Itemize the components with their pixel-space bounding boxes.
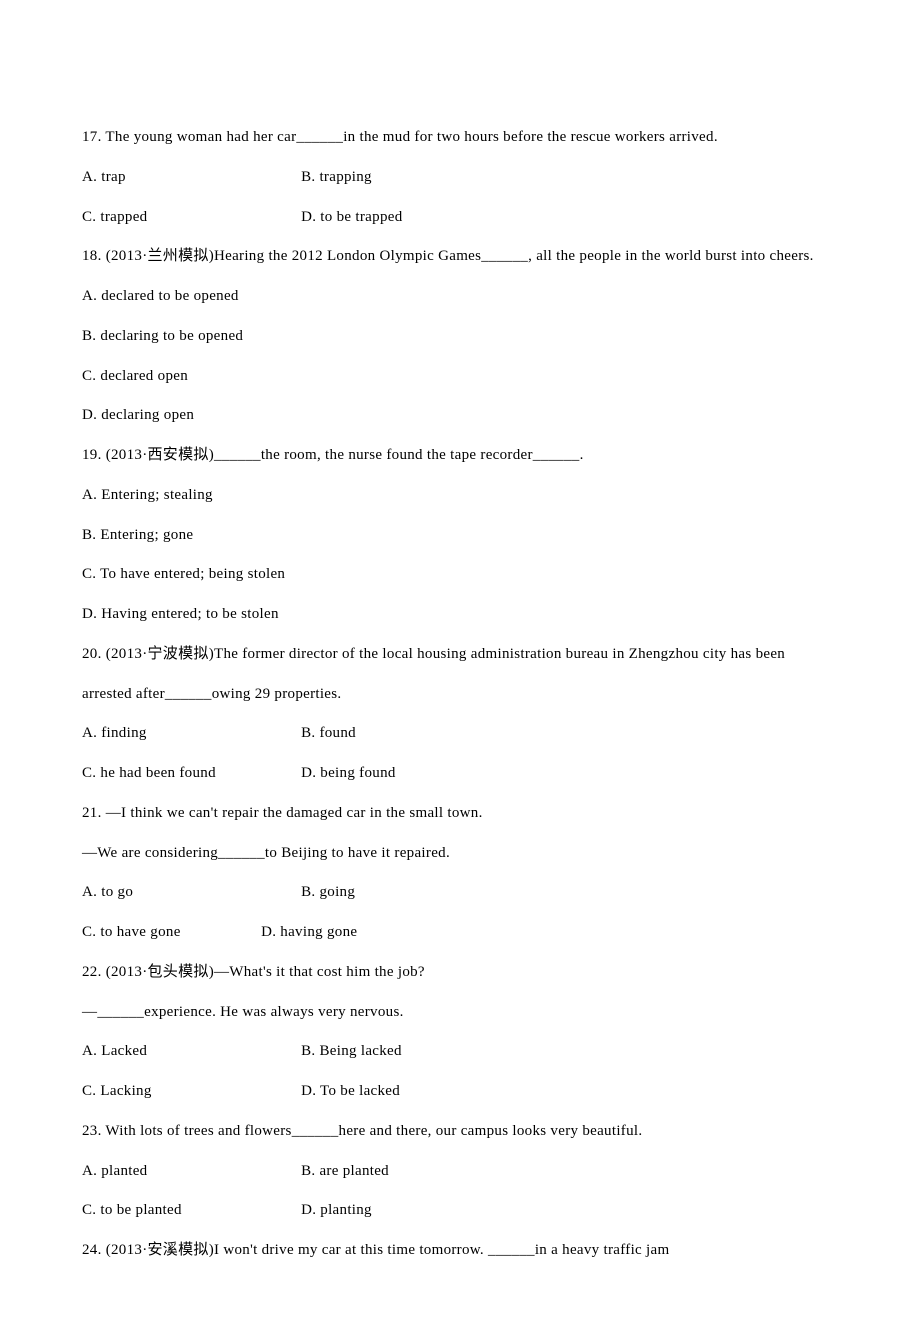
q22-line2-post: experience. He was always very nervous. bbox=[144, 1004, 404, 1020]
question-18: 18. (2013·兰州模拟)Hearing the 2012 London O… bbox=[82, 237, 838, 277]
question-17: 17. The young woman had her car______in … bbox=[82, 118, 838, 158]
q21-option-a: A. to go bbox=[82, 873, 297, 913]
q23-option-c: C. to be planted bbox=[82, 1191, 297, 1231]
q18-text-post: , all the people in the world burst into… bbox=[528, 248, 814, 264]
q22-line2-pre: — bbox=[82, 1004, 97, 1020]
q18-option-b: B. declaring to be opened bbox=[82, 317, 838, 357]
q17-text-post: in the mud for two hours before the resc… bbox=[343, 129, 718, 145]
q23-options-ab: A. planted B. are planted bbox=[82, 1152, 838, 1192]
q19-text-post: . bbox=[580, 447, 584, 463]
question-23: 23. With lots of trees and flowers______… bbox=[82, 1112, 838, 1152]
q17-option-c: C. trapped bbox=[82, 198, 297, 238]
question-21-line1: 21. —I think we can't repair the damaged… bbox=[82, 794, 838, 834]
q19-option-a: A. Entering; stealing bbox=[82, 476, 838, 516]
q18-option-a: A. declared to be opened bbox=[82, 277, 838, 317]
q19-option-c: C. To have entered; being stolen bbox=[82, 555, 838, 595]
q19-option-d: D. Having entered; to be stolen bbox=[82, 595, 838, 635]
q22-option-c: C. Lacking bbox=[82, 1072, 297, 1112]
q17-option-a: A. trap bbox=[82, 158, 297, 198]
q21-options-ab: A. to go B. going bbox=[82, 873, 838, 913]
q19-text-pre: 19. (2013·西安模拟) bbox=[82, 447, 214, 463]
q21-line2-post: to Beijing to have it repaired. bbox=[265, 845, 450, 861]
q23-options-cd: C. to be planted D. planting bbox=[82, 1191, 838, 1231]
q17-blank: ______ bbox=[296, 129, 343, 145]
question-22-line2: —______experience. He was always very ne… bbox=[82, 993, 838, 1033]
q23-blank: ______ bbox=[292, 1123, 339, 1139]
q22-option-b: B. Being lacked bbox=[301, 1032, 402, 1072]
q23-option-d: D. planting bbox=[301, 1191, 372, 1231]
q20-blank: ______ bbox=[165, 686, 212, 702]
q20-options-ab: A. finding B. found bbox=[82, 714, 838, 754]
q22-blank: ______ bbox=[97, 1004, 144, 1020]
q19-text-mid: the room, the nurse found the tape recor… bbox=[261, 447, 533, 463]
q21-options-cd: C. to have gone D. having gone bbox=[82, 913, 838, 953]
q23-option-a: A. planted bbox=[82, 1152, 297, 1192]
q24-text-post: in a heavy traffic jam bbox=[535, 1242, 670, 1258]
q18-option-c: C. declared open bbox=[82, 357, 838, 397]
q24-text-pre: 24. (2013·安溪模拟)I won't drive my car at t… bbox=[82, 1242, 488, 1258]
q17-option-b: B. trapping bbox=[301, 158, 372, 198]
q19-blank2: ______ bbox=[533, 447, 580, 463]
question-20: 20. (2013·宁波模拟)The former director of th… bbox=[82, 635, 838, 715]
q20-options-cd: C. he had been found D. being found bbox=[82, 754, 838, 794]
q18-option-d: D. declaring open bbox=[82, 396, 838, 436]
q20-option-c: C. he had been found bbox=[82, 754, 297, 794]
q22-options-ab: A. Lacked B. Being lacked bbox=[82, 1032, 838, 1072]
q22-option-a: A. Lacked bbox=[82, 1032, 297, 1072]
question-24: 24. (2013·安溪模拟)I won't drive my car at t… bbox=[82, 1231, 838, 1271]
q21-option-d: D. having gone bbox=[261, 913, 357, 953]
q17-text-pre: 17. The young woman had her car bbox=[82, 129, 296, 145]
q23-option-b: B. are planted bbox=[301, 1152, 389, 1192]
q18-blank: ______ bbox=[481, 248, 528, 264]
q21-line2-pre: —We are considering bbox=[82, 845, 218, 861]
q19-option-b: B. Entering; gone bbox=[82, 516, 838, 556]
exam-page: 17. The young woman had her car______in … bbox=[0, 0, 920, 1331]
q21-option-b: B. going bbox=[301, 873, 355, 913]
q21-blank: ______ bbox=[218, 845, 265, 861]
q17-option-d: D. to be trapped bbox=[301, 198, 402, 238]
q23-text-post: here and there, our campus looks very be… bbox=[339, 1123, 643, 1139]
q20-option-a: A. finding bbox=[82, 714, 297, 754]
q22-option-d: D. To be lacked bbox=[301, 1072, 400, 1112]
q20-option-b: B. found bbox=[301, 714, 356, 754]
q19-blank1: ______ bbox=[214, 447, 261, 463]
q17-options-ab: A. trap B. trapping bbox=[82, 158, 838, 198]
q24-blank: ______ bbox=[488, 1242, 535, 1258]
q23-text-pre: 23. With lots of trees and flowers bbox=[82, 1123, 292, 1139]
q22-options-cd: C. Lacking D. To be lacked bbox=[82, 1072, 838, 1112]
q17-options-cd: C. trapped D. to be trapped bbox=[82, 198, 838, 238]
question-21-line2: —We are considering______to Beijing to h… bbox=[82, 834, 838, 874]
q20-text-post: owing 29 properties. bbox=[212, 686, 342, 702]
q20-option-d: D. being found bbox=[301, 754, 396, 794]
question-19: 19. (2013·西安模拟)______the room, the nurse… bbox=[82, 436, 838, 476]
question-22-line1: 22. (2013·包头模拟)—What's it that cost him … bbox=[82, 953, 838, 993]
q21-option-c: C. to have gone bbox=[82, 913, 257, 953]
q18-text-pre: 18. (2013·兰州模拟)Hearing the 2012 London O… bbox=[82, 248, 481, 264]
